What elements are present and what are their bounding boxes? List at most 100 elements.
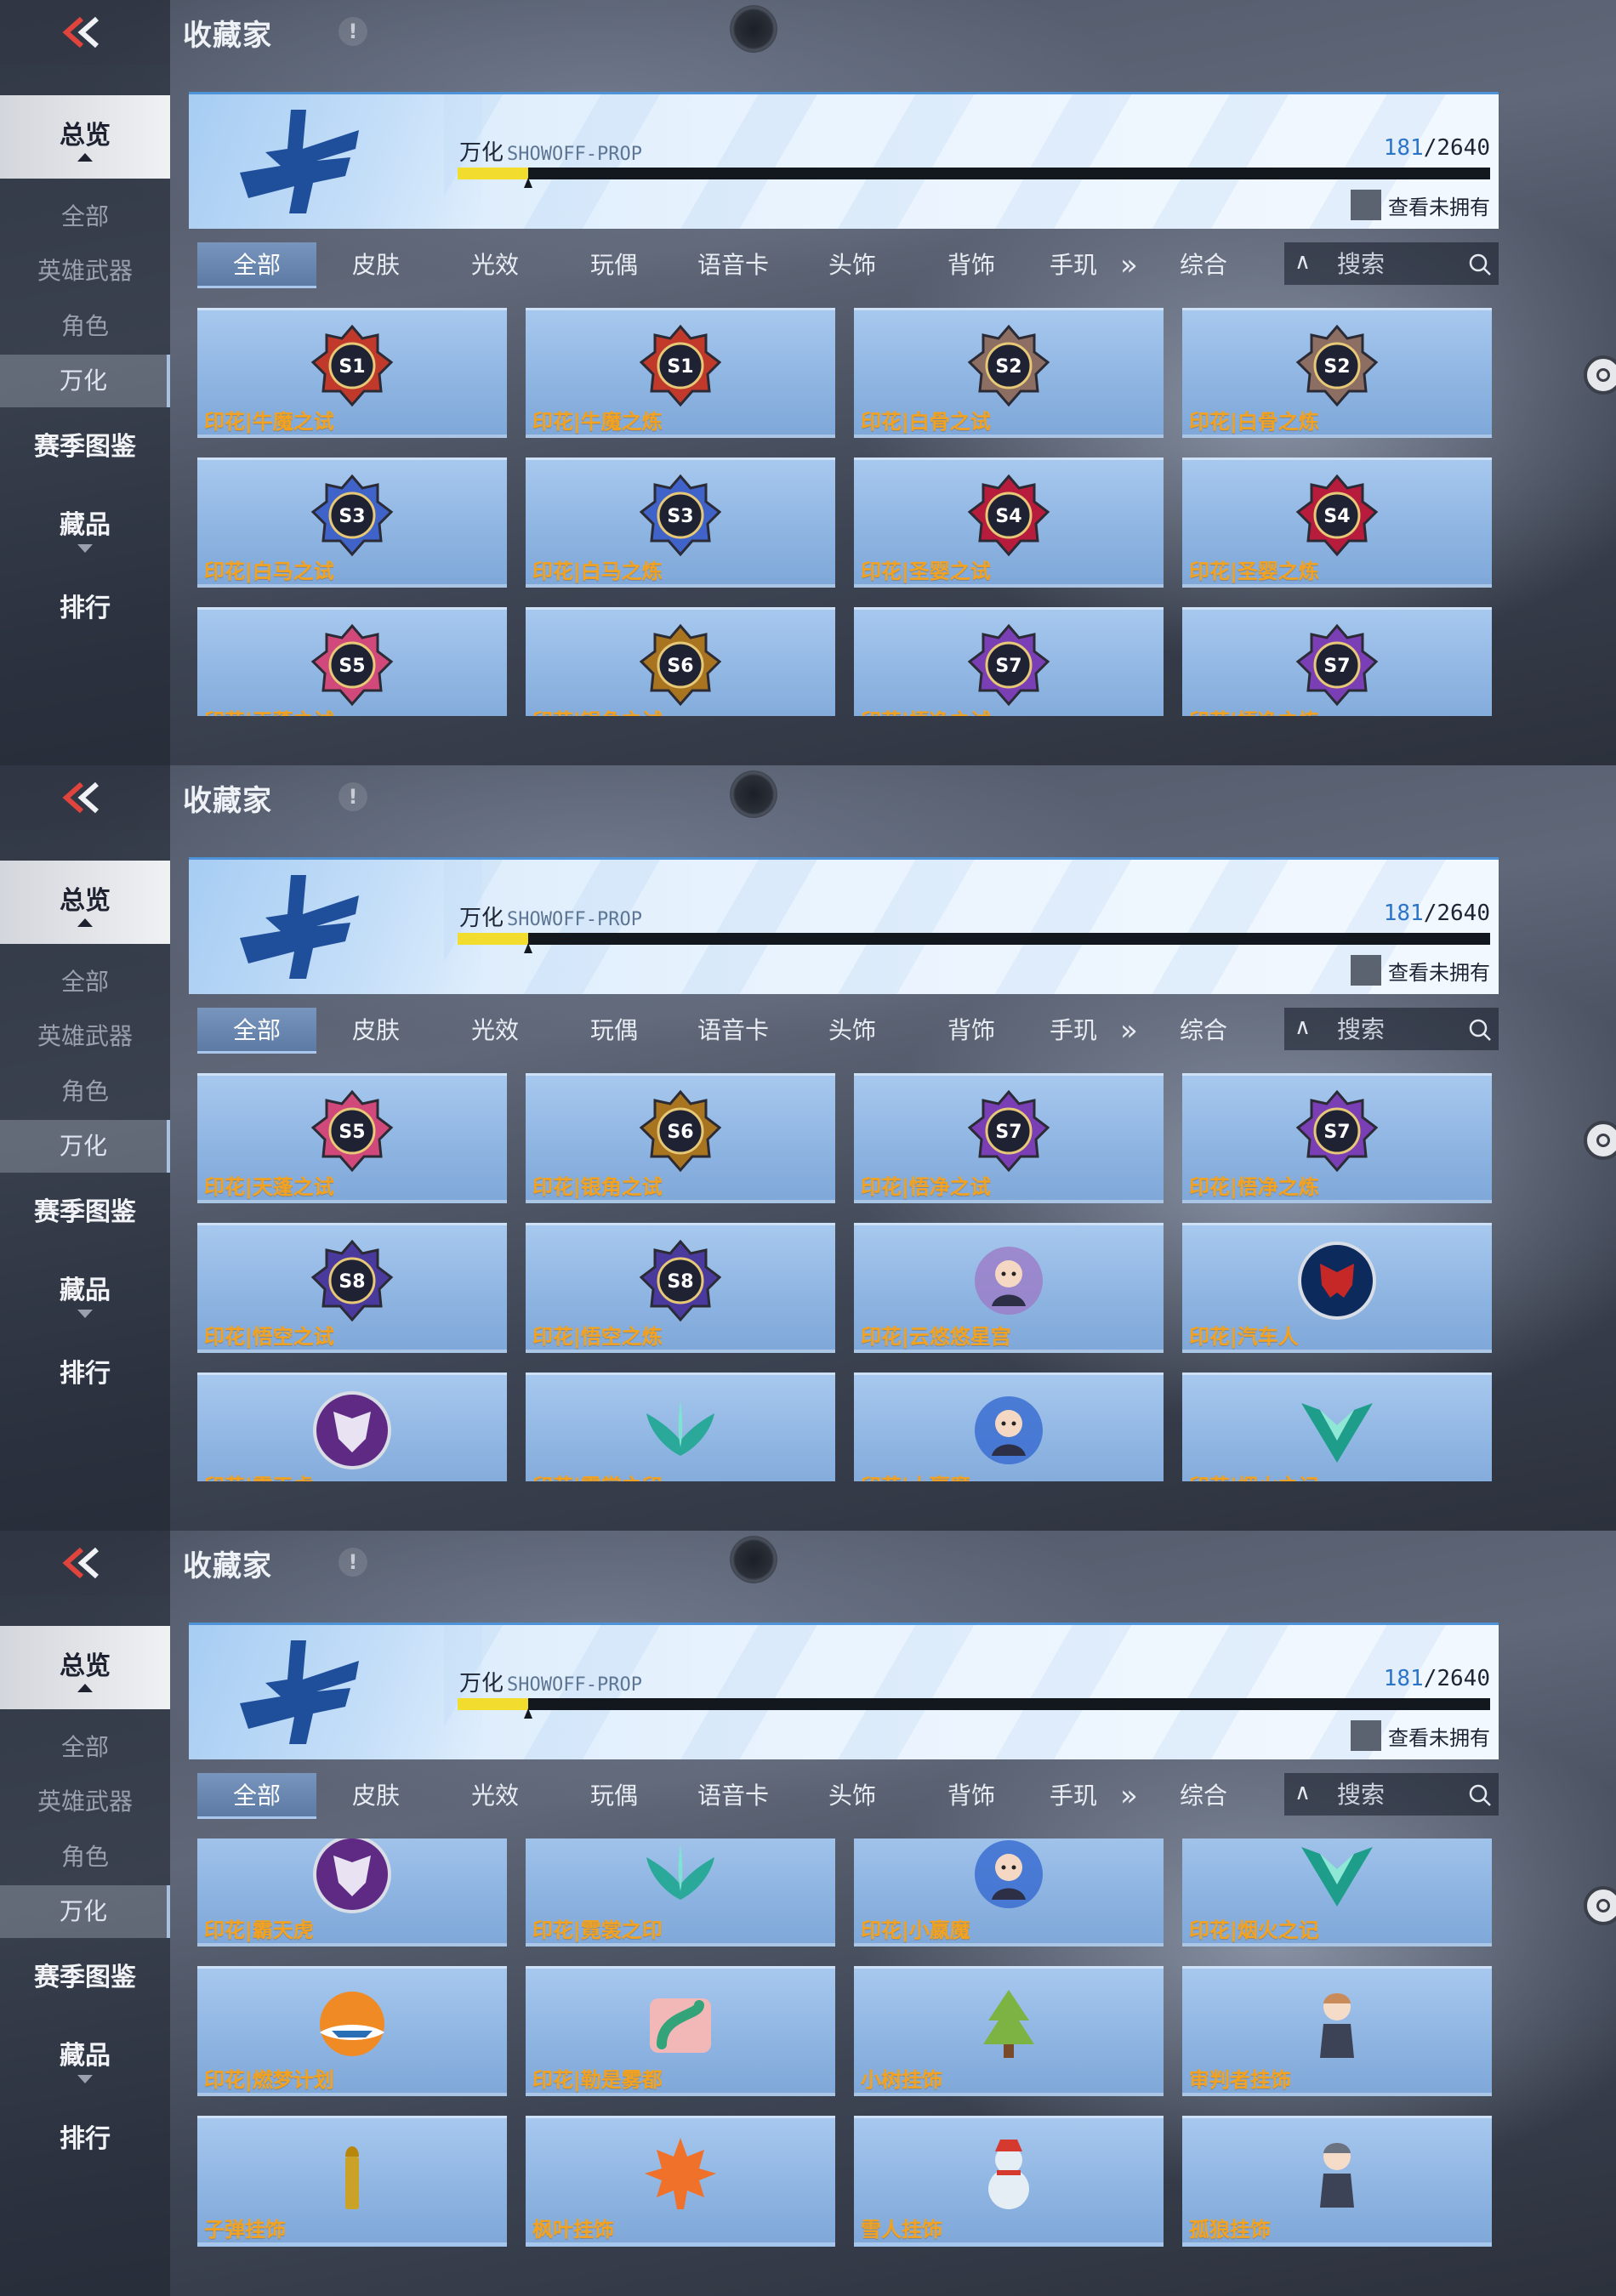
sidebar-item-overview[interactable]: 总览 xyxy=(0,861,170,944)
category-tab[interactable]: 语音卡 xyxy=(674,1773,793,1819)
category-tab[interactable]: 头饰 xyxy=(793,242,912,288)
sidebar-item-season[interactable]: 赛季图鉴 xyxy=(0,422,170,473)
collection-item-card[interactable]: 印花|烟火之记 xyxy=(1182,1372,1492,1481)
collection-item-card[interactable]: S1 印花|牛魔之试 xyxy=(197,308,507,438)
collection-item-card[interactable]: 审判者挂饰 xyxy=(1182,1966,1492,2096)
checkbox[interactable] xyxy=(1351,955,1381,986)
category-tab[interactable]: 光效 xyxy=(435,1773,555,1819)
category-tab[interactable]: 手玑 xyxy=(1031,242,1116,288)
collection-item-card[interactable]: S8 印花|悟空之试 xyxy=(197,1223,507,1353)
search-icon[interactable] xyxy=(1468,1783,1492,1807)
collection-item-card[interactable]: 印花|汽车人 xyxy=(1182,1223,1492,1353)
collection-item-card[interactable]: S3 印花|白马之炼 xyxy=(526,457,835,588)
sidebar-subitem[interactable]: 角色 xyxy=(0,1066,170,1118)
collection-item-card[interactable]: S7 印花|悟净之试 xyxy=(854,607,1164,716)
collapse-icon[interactable]: ∧ xyxy=(1295,249,1311,275)
sort-filter[interactable]: 综合 xyxy=(1180,242,1227,288)
collection-item-card[interactable]: 小树挂饰 xyxy=(854,1966,1164,2096)
collection-item-card[interactable]: 雪人挂饰 xyxy=(854,2116,1164,2246)
sidebar-subitem[interactable]: 英雄武器 xyxy=(0,1776,170,1828)
sort-filter[interactable]: 综合 xyxy=(1180,1008,1227,1054)
collection-item-card[interactable]: 印花|霸天虎 xyxy=(197,1372,507,1481)
floating-assist-button[interactable] xyxy=(1584,1886,1616,1925)
sidebar-item-ranking[interactable]: 排行 xyxy=(0,2114,170,2165)
category-tab[interactable]: 背饰 xyxy=(912,1773,1031,1819)
collection-item-card[interactable]: 印花|小嬴魔 xyxy=(854,1372,1164,1481)
info-icon[interactable]: ! xyxy=(339,17,367,46)
category-tab[interactable]: 皮肤 xyxy=(316,242,435,288)
collection-item-card[interactable]: S7 印花|悟净之炼 xyxy=(1182,1073,1492,1203)
sidebar-subitem[interactable]: 万化 xyxy=(0,355,170,407)
search-input[interactable] xyxy=(1335,1773,1458,1817)
sidebar-subitem[interactable]: 全部 xyxy=(0,956,170,1009)
category-tab[interactable]: 背饰 xyxy=(912,242,1031,288)
show-unowned-toggle[interactable]: 查看未拥有 xyxy=(1351,1720,1490,1751)
category-tab[interactable]: 皮肤 xyxy=(316,1773,435,1819)
back-button[interactable] xyxy=(0,765,170,830)
collapse-icon[interactable]: ∧ xyxy=(1295,1780,1311,1805)
back-button[interactable] xyxy=(0,0,170,65)
collection-item-card[interactable]: 印花|霓裳之印 xyxy=(526,1372,835,1481)
search-input[interactable] xyxy=(1335,242,1458,287)
sidebar-item-collection[interactable]: 藏品 xyxy=(0,2026,170,2094)
collection-item-card[interactable]: 印花|勒是雾都 xyxy=(526,1966,835,2096)
category-tab[interactable]: 头饰 xyxy=(793,1773,912,1819)
collection-item-card[interactable]: S2 印花|白骨之炼 xyxy=(1182,308,1492,438)
collection-item-card[interactable]: 印花|云悠悠星宫 xyxy=(854,1223,1164,1353)
collection-item-card[interactable]: 印花|霸天虎 xyxy=(197,1839,507,1946)
back-button[interactable] xyxy=(0,1531,170,1595)
category-tab[interactable]: 全部 xyxy=(197,1773,316,1819)
collection-item-card[interactable]: 印花|小嬴魔 xyxy=(854,1839,1164,1946)
sidebar-subitem[interactable]: 万化 xyxy=(0,1885,170,1938)
category-tab[interactable]: 语音卡 xyxy=(674,1008,793,1054)
sidebar-subitem[interactable]: 全部 xyxy=(0,190,170,243)
category-tab[interactable]: 背饰 xyxy=(912,1008,1031,1054)
collection-item-card[interactable]: S1 印花|牛魔之炼 xyxy=(526,308,835,438)
info-icon[interactable]: ! xyxy=(339,782,367,811)
search-icon[interactable] xyxy=(1468,253,1492,276)
category-tab[interactable]: 玩偶 xyxy=(555,1008,674,1054)
category-tab[interactable]: 语音卡 xyxy=(674,242,793,288)
sidebar-subitem[interactable]: 角色 xyxy=(0,1831,170,1884)
sidebar-item-collection[interactable]: 藏品 xyxy=(0,1260,170,1328)
category-tab[interactable]: 手玑 xyxy=(1031,1008,1116,1054)
collection-item-card[interactable]: S7 印花|悟净之炼 xyxy=(1182,607,1492,716)
category-tab[interactable]: 全部 xyxy=(197,242,316,288)
sidebar-item-overview[interactable]: 总览 xyxy=(0,95,170,179)
show-unowned-toggle[interactable]: 查看未拥有 xyxy=(1351,190,1490,220)
category-tab[interactable]: 玩偶 xyxy=(555,242,674,288)
collection-item-card[interactable]: 枫叶挂饰 xyxy=(526,2116,835,2246)
search-icon[interactable] xyxy=(1468,1018,1492,1042)
sidebar-item-ranking[interactable]: 排行 xyxy=(0,583,170,634)
collection-item-card[interactable]: S8 印花|悟空之炼 xyxy=(526,1223,835,1353)
sidebar-subitem[interactable]: 英雄武器 xyxy=(0,245,170,298)
search-input[interactable] xyxy=(1335,1008,1458,1052)
info-icon[interactable]: ! xyxy=(339,1548,367,1577)
collapse-icon[interactable]: ∧ xyxy=(1295,1014,1311,1040)
category-tab[interactable]: 光效 xyxy=(435,1008,555,1054)
sidebar-item-ranking[interactable]: 排行 xyxy=(0,1349,170,1400)
collection-item-card[interactable]: S2 印花|白骨之试 xyxy=(854,308,1164,438)
collection-item-card[interactable]: 孤狼挂饰 xyxy=(1182,2116,1492,2246)
more-tabs-icon[interactable]: » xyxy=(1120,1008,1138,1054)
sort-filter[interactable]: 综合 xyxy=(1180,1773,1227,1819)
category-tab[interactable]: 头饰 xyxy=(793,1008,912,1054)
collection-item-card[interactable]: S3 印花|白马之试 xyxy=(197,457,507,588)
sidebar-item-overview[interactable]: 总览 xyxy=(0,1626,170,1709)
checkbox[interactable] xyxy=(1351,190,1381,220)
collection-item-card[interactable]: S6 印花|银角之试 xyxy=(526,607,835,716)
collection-item-card[interactable]: 印花|霓裳之印 xyxy=(526,1839,835,1946)
sidebar-subitem[interactable]: 英雄武器 xyxy=(0,1010,170,1063)
collection-item-card[interactable]: S6 印花|银角之试 xyxy=(526,1073,835,1203)
sidebar-item-collection[interactable]: 藏品 xyxy=(0,495,170,563)
sidebar-item-season[interactable]: 赛季图鉴 xyxy=(0,1187,170,1238)
category-tab[interactable]: 皮肤 xyxy=(316,1008,435,1054)
checkbox[interactable] xyxy=(1351,1720,1381,1751)
category-tab[interactable]: 手玑 xyxy=(1031,1773,1116,1819)
category-tab[interactable]: 玩偶 xyxy=(555,1773,674,1819)
floating-assist-button[interactable] xyxy=(1584,1121,1616,1160)
sidebar-item-season[interactable]: 赛季图鉴 xyxy=(0,1952,170,2003)
floating-assist-button[interactable] xyxy=(1584,355,1616,395)
sidebar-subitem[interactable]: 全部 xyxy=(0,1721,170,1774)
collection-item-card[interactable]: S5 印花|天蓬之试 xyxy=(197,607,507,716)
